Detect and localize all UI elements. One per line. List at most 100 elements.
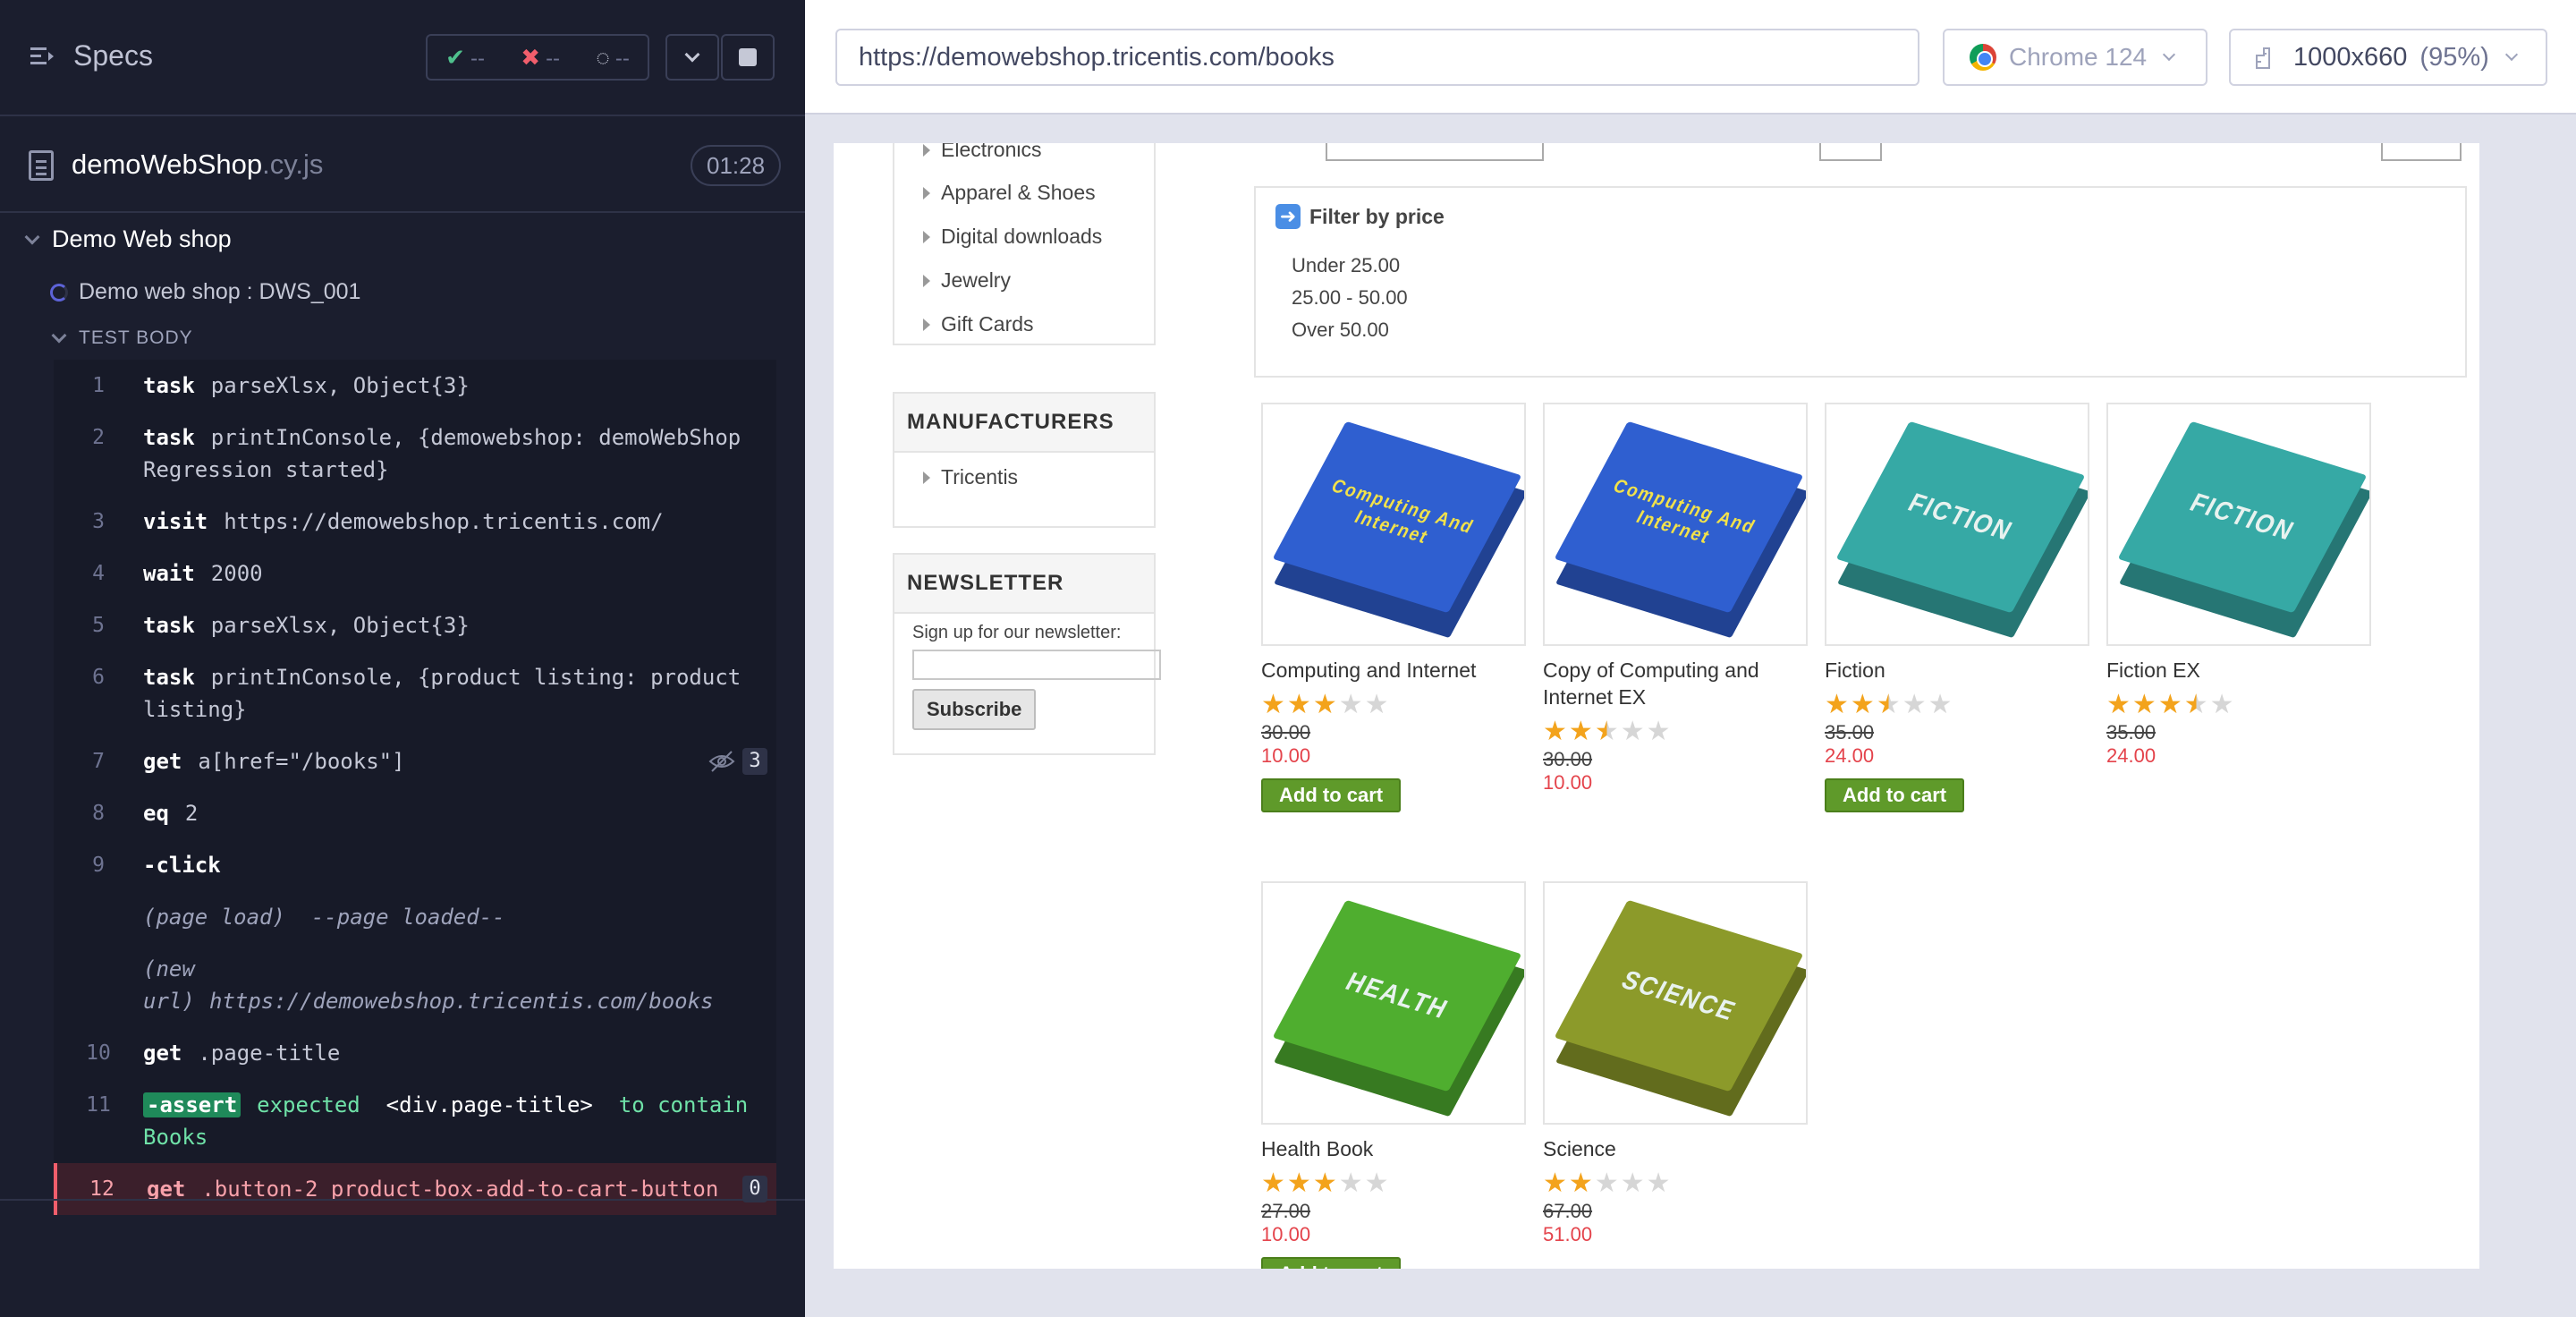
triangle-right-icon xyxy=(923,471,930,484)
command-name: eq xyxy=(143,801,169,826)
product-picture[interactable]: FICTION xyxy=(1825,403,2089,646)
browser-selector[interactable]: Chrome 124 xyxy=(1943,29,2207,86)
star-icon: ★ xyxy=(1286,1168,1311,1198)
star-icon: ★ xyxy=(1850,690,1875,719)
product-item: FICTION Fiction EX ★ ★ ★ ★ ★ 35.00 24.00 xyxy=(2106,403,2371,768)
stop-button[interactable] xyxy=(721,34,775,81)
old-price: 67.00 xyxy=(1543,1200,1593,1222)
command-row[interactable]: 2 task printInConsole, {demowebshop: demo… xyxy=(54,412,776,496)
command-name: task xyxy=(143,665,195,690)
subscribe-button[interactable]: Subscribe xyxy=(912,689,1037,730)
command-message: https://demowebshop.tricentis.com/ xyxy=(224,509,664,534)
triangle-right-icon xyxy=(923,143,930,157)
product-title[interactable]: Fiction xyxy=(1825,657,2089,684)
assert-verb: to contain xyxy=(618,1092,749,1117)
page-size-select[interactable] xyxy=(1819,143,1882,161)
command-row[interactable]: 3 visit https://demowebshop.tricentis.com… xyxy=(54,496,776,548)
passed-count: -- xyxy=(470,46,485,71)
sort-select[interactable] xyxy=(1326,143,1544,161)
newsletter-email-input[interactable] xyxy=(912,650,1161,680)
test-stats: ✔ -- ✖ -- ◌ -- xyxy=(426,34,649,81)
command-row-active[interactable]: 12 get .button-2 product-box-add-to-cart-… xyxy=(54,1163,776,1215)
product-title[interactable]: Computing and Internet xyxy=(1261,657,1526,684)
add-to-cart-button[interactable]: Add to cart xyxy=(1261,778,1402,812)
category-link[interactable]: Apparel & Shoes xyxy=(923,181,1096,205)
ruler-icon xyxy=(2256,47,2270,69)
manufacturer-label: Tricentis xyxy=(941,465,1019,489)
product-picture[interactable]: HEALTH xyxy=(1261,881,1526,1125)
newsletter-block: NEWSLETTER Sign up for our newsletter: S… xyxy=(893,553,1161,755)
stop-icon xyxy=(739,48,757,66)
add-to-cart-button[interactable]: Add to cart xyxy=(1825,778,1965,812)
category-label: Electronics xyxy=(941,143,1042,161)
category-link[interactable]: Gift Cards xyxy=(923,312,1034,336)
expand-toggle-button[interactable] xyxy=(665,34,719,81)
product-picture[interactable]: FICTION xyxy=(2106,403,2371,646)
category-link[interactable]: Digital downloads xyxy=(923,225,1102,249)
command-row[interactable]: (new url) https://demowebshop.tricentis.c… xyxy=(54,943,776,1027)
actual-price: 10.00 xyxy=(1261,1223,1311,1245)
passed-stat: ✔ -- xyxy=(445,44,485,72)
failed-count: -- xyxy=(546,46,561,71)
product-picture[interactable]: Computing And Internet xyxy=(1543,403,1808,646)
suite-title[interactable]: Demo Web shop xyxy=(24,225,232,253)
category-link[interactable]: Jewelry xyxy=(923,268,1011,293)
command-row[interactable]: 7 get a[href="/books"] 3 xyxy=(54,735,776,787)
command-row[interactable]: 8 eq 2 xyxy=(54,787,776,839)
product-title[interactable]: Copy of Computing and Internet EX xyxy=(1543,657,1808,710)
product-rating: ★ ★ ★ ★ ★ xyxy=(1543,1170,1808,1197)
view-mode-select[interactable] xyxy=(2381,143,2462,161)
specs-button[interactable]: Specs xyxy=(29,39,153,72)
command-row[interactable]: 6 task printInConsole, {product listing: … xyxy=(54,651,776,735)
command-row[interactable]: (page load) --page loaded-- xyxy=(54,891,776,943)
command-name: task xyxy=(143,613,195,638)
element-count-badge: 3 xyxy=(742,748,767,775)
old-price: 27.00 xyxy=(1261,1200,1311,1222)
command-row[interactable]: 9 -click xyxy=(54,839,776,891)
star-icon: ★ xyxy=(2157,690,2182,719)
filter-title-text: Filter by price xyxy=(1309,204,1445,228)
test-body-header[interactable]: TEST BODY xyxy=(51,327,193,349)
viewport-info[interactable]: 1000x660 (95%) xyxy=(2229,29,2547,86)
url-bar[interactable]: https://demowebshop.tricentis.com/books xyxy=(835,29,1919,86)
add-to-cart-button[interactable]: Add to cart xyxy=(1261,1257,1402,1269)
command-row[interactable]: 10 get .page-title xyxy=(54,1027,776,1079)
assert-value: Books xyxy=(143,1125,208,1150)
eye-slash-icon xyxy=(708,751,735,772)
price-range-link[interactable]: Over 50.00 xyxy=(1292,319,1389,342)
product-title[interactable]: Health Book xyxy=(1261,1135,1526,1162)
star-icon: ★ xyxy=(1620,717,1645,746)
newsletter-title: NEWSLETTER xyxy=(894,555,1154,614)
product-picture[interactable]: Computing And Internet xyxy=(1261,403,1526,646)
category-label: Jewelry xyxy=(941,268,1011,292)
price-range-link[interactable]: 25.00 - 50.00 xyxy=(1292,286,1408,310)
star-icon: ★ xyxy=(2106,690,2131,719)
spec-file-name[interactable]: demoWebShop.cy.js xyxy=(72,149,323,181)
suite-title-text: Demo Web shop xyxy=(52,225,232,252)
command-name: (page load) xyxy=(143,905,285,930)
command-row[interactable]: 4 wait 2000 xyxy=(54,548,776,599)
star-icon: ★ xyxy=(2183,690,2208,719)
star-icon: ★ xyxy=(1364,1168,1389,1198)
assert-badge: -assert xyxy=(143,1092,242,1117)
test-title[interactable]: Demo web shop : DWS_001 xyxy=(50,279,360,305)
command-list: 1 task parseXlsx, Object{3} 2 task printIn… xyxy=(54,360,776,1215)
product-title[interactable]: Fiction EX xyxy=(2106,657,2371,684)
category-label: Apparel & Shoes xyxy=(941,181,1096,204)
command-number: 9 xyxy=(92,854,105,877)
command-row[interactable]: 1 task parseXlsx, Object{3} xyxy=(54,360,776,412)
command-row-assert[interactable]: 11 -assert expected <div.page-title> to c… xyxy=(54,1079,776,1163)
command-name: visit xyxy=(143,509,208,534)
manufacturer-link[interactable]: Tricentis xyxy=(923,465,1018,489)
star-icon: ★ xyxy=(2131,690,2157,719)
command-message: 2 xyxy=(184,801,199,826)
category-link[interactable]: Electronics xyxy=(923,143,1041,162)
command-name: -click xyxy=(143,853,221,878)
old-price: 30.00 xyxy=(1261,721,1311,743)
product-title[interactable]: Science xyxy=(1543,1135,1808,1162)
price-range-link[interactable]: Under 25.00 xyxy=(1292,254,1400,277)
command-row[interactable]: 5 task parseXlsx, Object{3} xyxy=(54,599,776,651)
star-icon: ★ xyxy=(1312,1168,1337,1198)
product-picture[interactable]: SCIENCE xyxy=(1543,881,1808,1125)
spec-file-row: demoWebShop.cy.js 01:28 xyxy=(0,118,805,213)
